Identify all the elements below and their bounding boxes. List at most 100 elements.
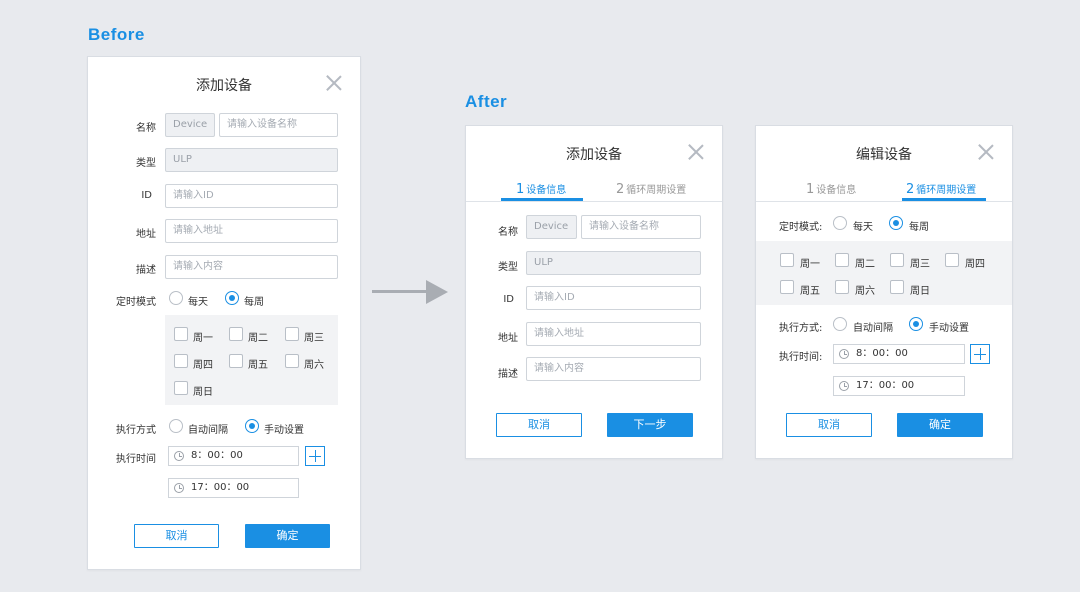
checkbox-thu[interactable] (945, 253, 959, 267)
checkbox-sun[interactable] (174, 381, 188, 395)
checkbox-label: 周一 (800, 259, 820, 270)
name-input[interactable]: 请输入设备名称 (219, 113, 338, 137)
time-input-1[interactable]: 8：00：00 (168, 446, 299, 466)
address-label: 地址 (136, 229, 156, 240)
radio-auto-interval[interactable] (833, 317, 847, 331)
radio-manual-label: 手动设置 (264, 425, 304, 436)
address-label: 地址 (498, 333, 518, 344)
dialog-title: 添加设备 (566, 147, 622, 163)
address-input[interactable]: 请输入地址 (526, 322, 701, 346)
tab-number: 2 (906, 182, 915, 197)
close-icon[interactable] (978, 144, 994, 160)
timer-mode-label: 定时模式: (779, 222, 823, 233)
radio-weekly[interactable] (889, 216, 903, 230)
tab-label: 循环周期设置 (626, 185, 687, 196)
before-label: Before (88, 25, 145, 44)
checkbox-tue[interactable] (229, 327, 243, 341)
checkbox-label: 周六 (304, 360, 324, 371)
tab-cycle-settings[interactable]: 2 循环周期设置 (906, 181, 976, 197)
tab-number: 2 (616, 182, 625, 197)
checkbox-sat[interactable] (285, 354, 299, 368)
checkbox-label: 周四 (193, 360, 213, 371)
address-input[interactable]: 请输入地址 (165, 219, 338, 243)
id-input[interactable]: 请输入ID (526, 286, 701, 310)
radio-manual[interactable] (909, 317, 923, 331)
arrow-right-icon (426, 279, 448, 304)
description-label: 描述 (136, 265, 156, 276)
dialog-title: 编辑设备 (856, 147, 912, 163)
exec-time-label: 执行时间: (779, 352, 823, 363)
tab-label: 循环周期设置 (916, 185, 977, 196)
name-label: 名称 (136, 123, 156, 134)
description-label: 描述 (498, 369, 518, 380)
time-input-2[interactable]: 17：00：00 (833, 376, 965, 396)
close-icon[interactable] (688, 144, 704, 160)
after-add-dialog: 添加设备 1 设备信息 2 循环周期设置 名称 Device 请输入设备名称 类型 … (465, 125, 723, 459)
radio-daily[interactable] (169, 291, 183, 305)
time-input-2[interactable]: 17：00：00 (168, 478, 299, 498)
checkbox-fri[interactable] (780, 280, 794, 294)
add-time-button[interactable] (305, 446, 325, 466)
checkbox-wed[interactable] (890, 253, 904, 267)
checkbox-wed[interactable] (285, 327, 299, 341)
checkbox-label: 周三 (910, 259, 930, 270)
exec-time-label: 执行时间 (116, 454, 156, 465)
description-input[interactable]: 请输入内容 (165, 255, 338, 279)
clock-icon (839, 381, 849, 391)
checkbox-mon[interactable] (174, 327, 188, 341)
radio-auto-label: 自动间隔 (853, 323, 893, 334)
confirm-button[interactable]: 确定 (897, 413, 983, 437)
timer-mode-label: 定时模式 (116, 297, 156, 308)
weekday-panel (756, 241, 1012, 305)
close-icon[interactable] (326, 75, 342, 91)
radio-manual[interactable] (245, 419, 259, 433)
cancel-button[interactable]: 取消 (496, 413, 582, 437)
next-step-button[interactable]: 下一步 (607, 413, 693, 437)
checkbox-tue[interactable] (835, 253, 849, 267)
after-label: After (465, 92, 508, 111)
id-input[interactable]: 请输入ID (165, 184, 338, 208)
cancel-button[interactable]: 取消 (134, 524, 219, 548)
arrow-shaft (372, 290, 428, 293)
checkbox-thu[interactable] (174, 354, 188, 368)
type-label: 类型 (136, 158, 156, 169)
tab-number: 1 (516, 182, 525, 197)
type-select[interactable]: ULP (165, 148, 338, 172)
radio-auto-interval[interactable] (169, 419, 183, 433)
tab-device-info[interactable]: 1 设备信息 (806, 181, 856, 197)
exec-mode-label: 执行方式 (116, 425, 156, 436)
checkbox-label: 周日 (910, 286, 930, 297)
checkbox-label: 周二 (855, 259, 875, 270)
description-input[interactable]: 请输入内容 (526, 357, 701, 381)
checkbox-sun[interactable] (890, 280, 904, 294)
name-prefix: Device (165, 113, 215, 137)
clock-icon (839, 349, 849, 359)
confirm-button[interactable]: 确定 (245, 524, 330, 548)
tab-divider (756, 201, 1012, 202)
name-input[interactable]: 请输入设备名称 (581, 215, 701, 239)
checkbox-sat[interactable] (835, 280, 849, 294)
checkbox-label: 周五 (800, 286, 820, 297)
time-value: 8：00：00 (191, 450, 243, 461)
radio-weekly-label: 每周 (244, 297, 264, 308)
tab-device-info[interactable]: 1 设备信息 (516, 181, 566, 197)
after-edit-dialog: 编辑设备 1 设备信息 2 循环周期设置 定时模式: 每天 每周 周一 周二 周三 … (755, 125, 1013, 459)
tab-label: 设备信息 (526, 185, 567, 196)
name-prefix: Device (526, 215, 577, 239)
add-time-button[interactable] (970, 344, 990, 364)
radio-daily[interactable] (833, 216, 847, 230)
checkbox-label: 周三 (304, 333, 324, 344)
tab-cycle-settings[interactable]: 2 循环周期设置 (616, 181, 686, 197)
name-label: 名称 (498, 227, 518, 238)
checkbox-label: 周六 (855, 286, 875, 297)
time-input-1[interactable]: 8：00：00 (833, 344, 965, 364)
radio-manual-label: 手动设置 (929, 323, 969, 334)
radio-weekly[interactable] (225, 291, 239, 305)
checkbox-mon[interactable] (780, 253, 794, 267)
radio-daily-label: 每天 (188, 297, 208, 308)
type-label: 类型 (498, 262, 518, 273)
type-select[interactable]: ULP (526, 251, 701, 275)
tab-label: 设备信息 (816, 185, 857, 196)
checkbox-fri[interactable] (229, 354, 243, 368)
cancel-button[interactable]: 取消 (786, 413, 872, 437)
